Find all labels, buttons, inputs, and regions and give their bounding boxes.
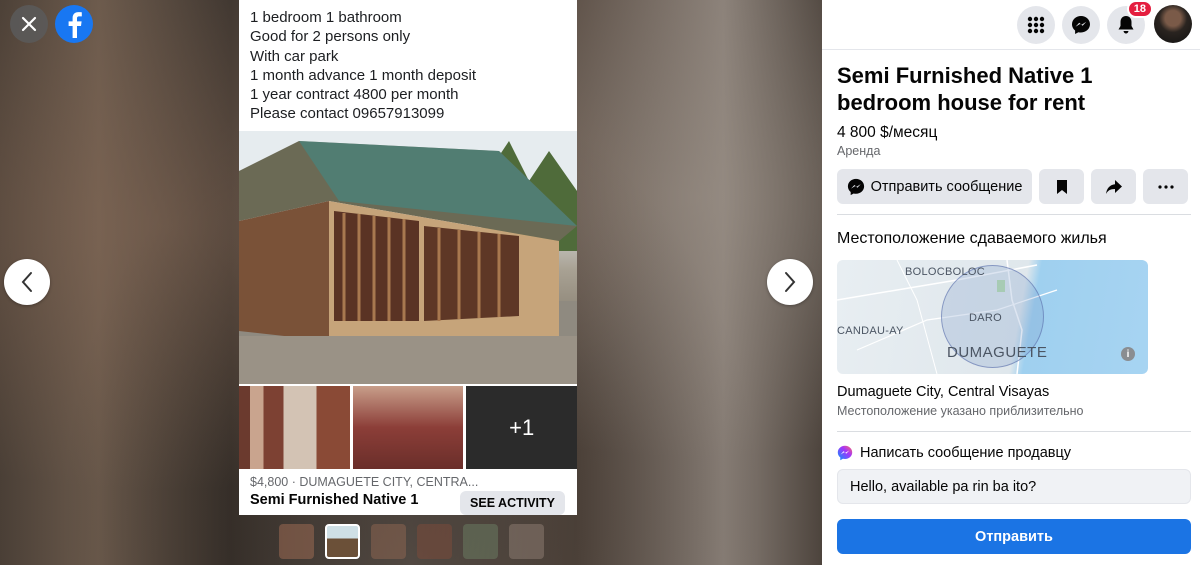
listing-price: 4 800 $/месяц xyxy=(837,124,938,141)
strip-thumbnail[interactable] xyxy=(371,524,406,559)
notification-badge: 18 xyxy=(1126,0,1153,18)
menu-button[interactable] xyxy=(1017,6,1055,44)
post-line: Please contact 09657913099 xyxy=(250,105,445,123)
strip-thumbnail[interactable] xyxy=(509,524,544,559)
location-city: Dumaguete City, Central Visayas xyxy=(837,384,1050,400)
facebook-f-icon xyxy=(68,12,82,38)
photo-viewer: 1 bedroom 1 bathroom Good for 2 persons … xyxy=(0,0,822,565)
thumbnail-photo[interactable] xyxy=(239,386,350,469)
post-description: 1 bedroom 1 bathroom Good for 2 persons … xyxy=(239,0,577,131)
listing-details-panel: 18 Semi Furnished Native 1 bedroom house… xyxy=(822,0,1200,565)
messenger-icon xyxy=(1072,16,1090,34)
listing-actions: Отправить сообщение xyxy=(837,169,1188,204)
strip-thumbnail-active[interactable] xyxy=(325,524,360,559)
photo-thumbnails: +1 xyxy=(239,386,577,469)
close-button[interactable] xyxy=(10,5,48,43)
location-map[interactable]: BOLOCBOLOC CANDAU-AY DARO DUMAGUETE i xyxy=(837,260,1148,374)
previous-photo-button[interactable] xyxy=(4,259,50,305)
more-photos-thumbnail[interactable]: +1 xyxy=(466,386,577,469)
save-button[interactable] xyxy=(1039,169,1084,204)
post-line: 1 month advance 1 month deposit xyxy=(250,66,476,84)
avatar[interactable] xyxy=(1154,5,1192,43)
map-label-city: DUMAGUETE xyxy=(947,344,1048,361)
shared-post-image: 1 bedroom 1 bathroom Good for 2 persons … xyxy=(239,0,577,515)
post-line: 1 bedroom 1 bathroom xyxy=(250,9,402,26)
messenger-icon xyxy=(847,178,864,195)
strip-thumbnail[interactable] xyxy=(417,524,452,559)
photo-strip xyxy=(279,524,544,559)
more-dots-icon xyxy=(1157,184,1174,189)
notifications-button[interactable]: 18 xyxy=(1107,0,1153,44)
thumbnail-photo[interactable] xyxy=(352,386,464,469)
listing-type: Аренда xyxy=(837,144,881,158)
listing-title: Semi Furnished Native 1 bedroom house fo… xyxy=(837,63,1093,115)
strip-thumbnail[interactable] xyxy=(279,524,314,559)
post-line: 1 year contract 4800 per month xyxy=(250,86,459,104)
next-photo-button[interactable] xyxy=(767,259,813,305)
share-button[interactable] xyxy=(1091,169,1136,204)
facebook-logo[interactable] xyxy=(55,5,93,43)
divider xyxy=(837,214,1191,215)
message-seller-label: Написать сообщение продавцу xyxy=(860,445,1072,461)
messenger-button[interactable] xyxy=(1062,6,1100,44)
divider xyxy=(837,431,1191,432)
native-house-illustration xyxy=(239,131,577,384)
listing-meta: $4,800 · DUMAGUETE CITY, CENTRA... xyxy=(250,475,479,489)
message-input[interactable] xyxy=(837,469,1191,504)
send-message-button[interactable]: Отправить сообщение xyxy=(837,169,1032,204)
messenger-icon xyxy=(837,445,853,461)
info-icon[interactable]: i xyxy=(1121,347,1135,361)
map-label-north: BOLOCBOLOC xyxy=(905,266,986,278)
share-icon xyxy=(1105,179,1122,194)
chevron-right-icon xyxy=(785,272,796,292)
close-icon xyxy=(21,16,37,32)
message-seller-heading: Написать сообщение продавцу xyxy=(837,445,1071,461)
map-label-center: DARO xyxy=(969,312,1002,324)
top-bar: 18 xyxy=(822,0,1200,50)
post-line: With car park xyxy=(250,47,339,65)
strip-thumbnail[interactable] xyxy=(463,524,498,559)
house-photo xyxy=(239,131,577,384)
chevron-left-icon xyxy=(21,272,32,292)
location-note: Местоположение указано приблизительно xyxy=(837,404,1084,418)
more-options-button[interactable] xyxy=(1143,169,1188,204)
listing-card-footer: $4,800 · DUMAGUETE CITY, CENTRA... Semi … xyxy=(239,469,577,515)
bell-icon xyxy=(1118,16,1134,34)
grid-menu-icon xyxy=(1027,16,1045,34)
location-heading: Местоположение сдаваемого жилья xyxy=(837,230,1107,247)
send-button[interactable]: Отправить xyxy=(837,519,1191,554)
bookmark-icon xyxy=(1056,179,1067,194)
more-photos-count: +1 xyxy=(509,414,535,440)
send-message-label: Отправить сообщение xyxy=(870,178,1023,195)
map-label-west: CANDAU-AY xyxy=(837,325,904,337)
see-activity-button[interactable]: SEE ACTIVITY xyxy=(460,491,565,515)
post-line: Good for 2 persons only xyxy=(250,28,411,46)
